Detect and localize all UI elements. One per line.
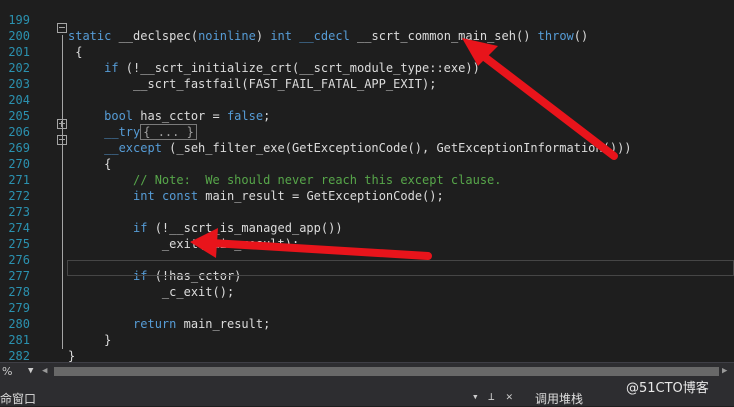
annotation-arrows: [190, 38, 618, 260]
command-window-tab[interactable]: 命窗口: [0, 390, 36, 407]
bottom-panels: 命窗口 ▾ ⊥ ✕ 调用堆栈: [0, 381, 734, 406]
horizontal-scrollbar[interactable]: [54, 367, 719, 376]
dropdown-icon[interactable]: ▾: [472, 390, 479, 403]
zoom-level[interactable]: %: [2, 365, 12, 378]
arrowhead-icon: [190, 228, 218, 258]
arrow-annotation: [474, 48, 618, 160]
chevron-down-icon[interactable]: ▼: [28, 366, 33, 376]
scroll-right-icon[interactable]: ▶: [722, 366, 727, 376]
arrow-annotation: [208, 239, 432, 260]
watermark: @51CTO博客: [626, 381, 709, 396]
call-stack-tab[interactable]: 调用堆栈: [535, 390, 583, 407]
editor-status-bar: % ▼ ◀ ▶: [0, 362, 734, 381]
pin-icon[interactable]: ⊥: [488, 390, 495, 403]
scroll-left-icon[interactable]: ◀: [42, 366, 47, 376]
close-icon[interactable]: ✕: [506, 390, 513, 403]
code-editor[interactable]: 199 200 static __declspec(noinline) int __…: [0, 0, 734, 362]
